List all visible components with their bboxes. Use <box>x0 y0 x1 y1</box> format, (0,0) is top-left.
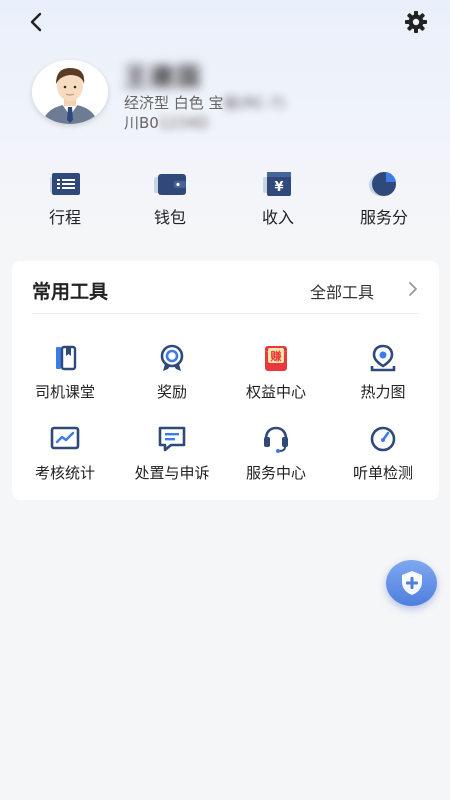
tools-title: 常用工具 <box>32 281 109 303</box>
itinerary-list-icon <box>50 173 80 195</box>
gauge-icon <box>370 426 396 452</box>
envelope-badge: 赚 <box>270 349 282 363</box>
car-info-text: 经济型 白色 宝 <box>124 94 224 112</box>
chart-screen-icon <box>50 426 80 450</box>
tool-label: 热力图 <box>360 383 406 401</box>
medal-icon <box>160 344 184 371</box>
driver-name: 王建国 <box>124 63 202 91</box>
tool-label: 司机课堂 <box>34 383 95 401</box>
headset-icon <box>264 426 288 453</box>
common-tools-card: 常用工具 全部工具 司机课堂 奖励 赚 权益中心 热力图 考核统计 处置与申诉 … <box>12 261 439 500</box>
tool-heatmap[interactable]: 热力图 <box>330 343 436 407</box>
tool-label: 考核统计 <box>34 464 95 482</box>
quick-actions: 行程 钱包 ¥ 收入 服务分 <box>0 170 450 230</box>
tool-reward[interactable]: 奖励 <box>119 343 225 407</box>
tool-service-center[interactable]: 服务中心 <box>223 424 329 488</box>
tool-benefits-center[interactable]: 赚 权益中心 <box>223 343 329 407</box>
quick-label-service-score: 服务分 <box>359 208 408 227</box>
svg-text:¥: ¥ <box>274 180 283 195</box>
driver-avatar-icon <box>32 60 108 124</box>
tool-order-detection[interactable]: 听单检测 <box>330 424 436 488</box>
income-yen-icon: ¥ <box>263 172 291 196</box>
chevron-right-icon[interactable] <box>406 281 420 297</box>
back-button[interactable] <box>22 8 50 36</box>
message-icon <box>158 426 186 452</box>
tool-label: 听单检测 <box>352 464 413 482</box>
gear-icon <box>405 11 427 33</box>
quick-item-income[interactable]: ¥ 收入 <box>228 170 328 230</box>
license-plate: 川B01234D <box>124 112 209 133</box>
tool-driver-class[interactable]: 司机课堂 <box>12 343 118 407</box>
tool-assessment-stats[interactable]: 考核统计 <box>12 424 118 488</box>
avatar[interactable] <box>32 60 108 124</box>
quick-item-itinerary[interactable]: 行程 <box>15 170 115 230</box>
car-info: 经济型 白色 宝骏(RC-7) <box>124 92 285 113</box>
quick-item-service-score[interactable]: 服务分 <box>334 170 434 230</box>
settings-button[interactable] <box>402 8 430 36</box>
tool-label: 处置与申诉 <box>134 464 210 482</box>
quick-label-itinerary: 行程 <box>48 208 81 227</box>
chevron-left-icon <box>30 12 42 32</box>
quick-item-wallet[interactable]: 钱包 <box>120 170 220 230</box>
tool-label: 服务中心 <box>245 464 306 482</box>
plate-text: 川B0 <box>124 114 159 132</box>
safety-fab-button[interactable] <box>386 560 437 606</box>
plate-blurred: 1234D <box>158 114 209 132</box>
tool-label: 奖励 <box>156 383 187 401</box>
tool-handling-appeal[interactable]: 处置与申诉 <box>119 424 225 488</box>
all-tools-link[interactable]: 全部工具 <box>310 279 374 303</box>
wallet-icon <box>154 174 186 195</box>
divider <box>32 313 419 314</box>
tool-label: 权益中心 <box>245 383 306 401</box>
book-icon <box>56 345 77 371</box>
car-info-blurred: 骏(RC-7) <box>223 94 286 112</box>
quick-label-income: 收入 <box>261 208 294 227</box>
location-pin-icon <box>370 344 396 372</box>
quick-label-wallet: 钱包 <box>153 208 186 227</box>
red-envelope-icon: 赚 <box>265 346 287 371</box>
pie-score-icon <box>369 172 396 196</box>
shield-plus-icon <box>401 571 422 595</box>
